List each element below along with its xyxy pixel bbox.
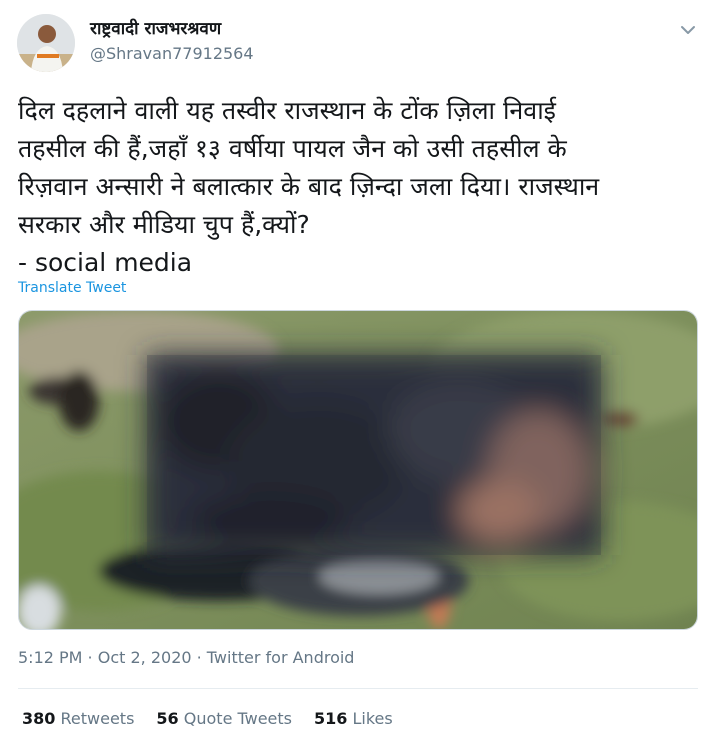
tweet-media-image[interactable]: [18, 310, 698, 630]
blurred-photo-icon: [19, 311, 697, 629]
author-display-name[interactable]: राष्ट्रवादी राजभरश्रवण: [90, 16, 221, 39]
likes-stat[interactable]: 516 Likes: [314, 709, 393, 728]
quote-tweets-count: 56: [156, 709, 179, 728]
retweets-label: Retweets: [60, 709, 135, 728]
retweets-count: 380: [22, 709, 56, 728]
tweet-text: दिल दहलाने वाली यह तस्वीर राजस्थान के टो…: [18, 96, 600, 277]
likes-count: 516: [314, 709, 348, 728]
engagement-stats: 380 Retweets 56 Quote Tweets 516 Likes: [22, 709, 393, 728]
tweet-card: राष्ट्रवादी राजभरश्रवण @Shravan77912564 …: [0, 0, 714, 741]
tweet-timestamp-source[interactable]: 5:12 PM · Oct 2, 2020 · Twitter for Andr…: [18, 648, 354, 667]
quote-tweets-label: Quote Tweets: [183, 709, 292, 728]
avatar[interactable]: [17, 14, 75, 72]
author-handle[interactable]: @Shravan77912564: [90, 44, 254, 63]
translate-tweet-link[interactable]: Translate Tweet: [18, 280, 126, 296]
avatar-image: [17, 14, 75, 72]
quote-tweets-stat[interactable]: 56 Quote Tweets: [156, 709, 292, 728]
retweets-stat[interactable]: 380 Retweets: [22, 709, 134, 728]
likes-label: Likes: [352, 709, 393, 728]
divider: [18, 688, 698, 689]
chevron-down-icon[interactable]: [676, 18, 700, 42]
